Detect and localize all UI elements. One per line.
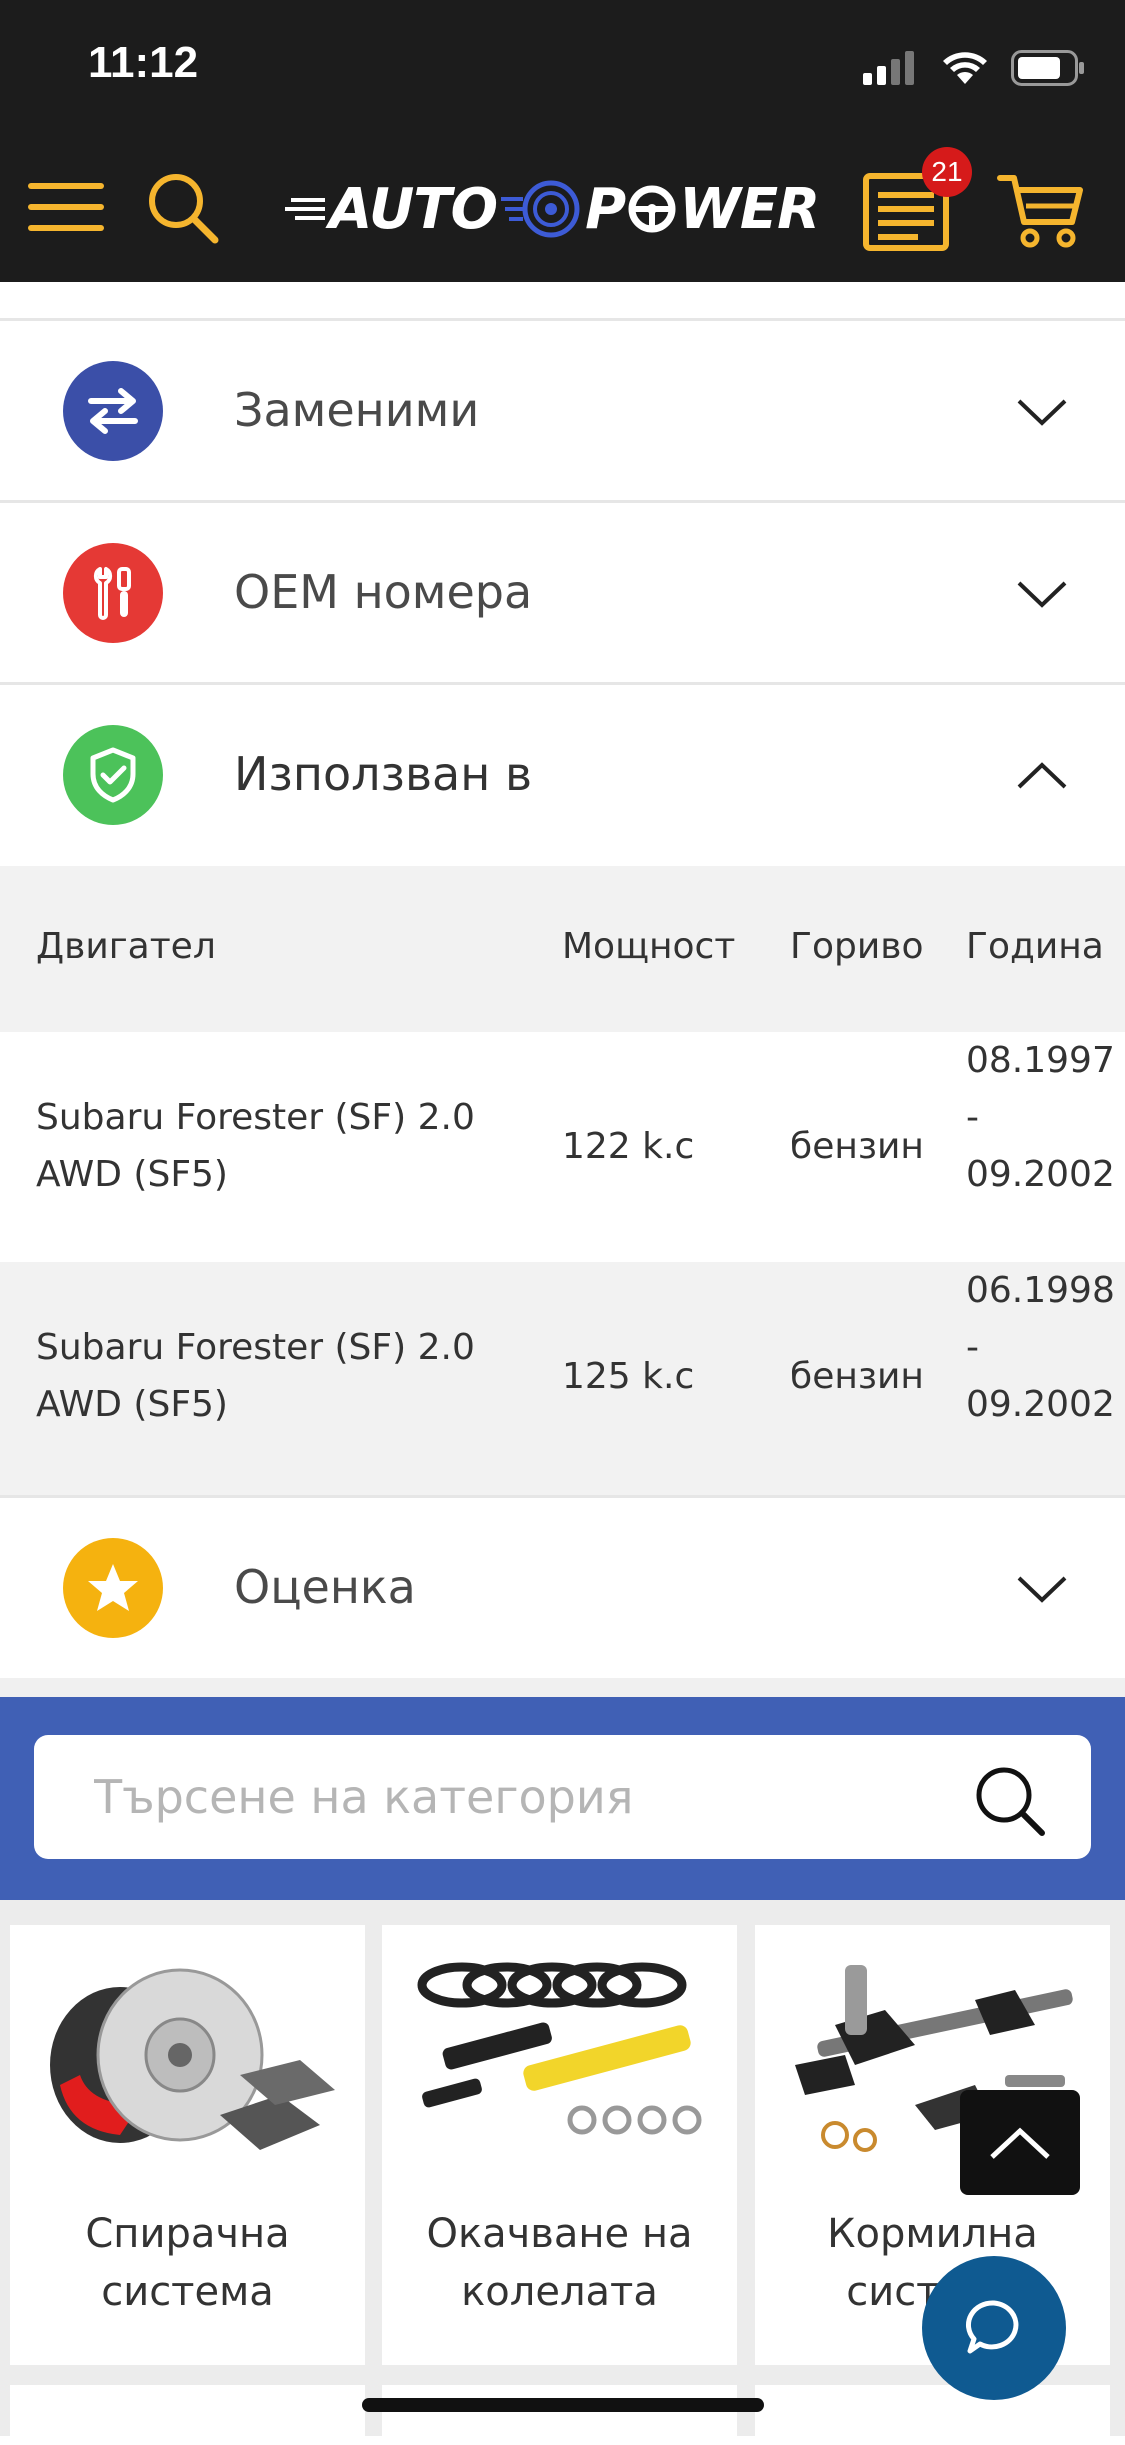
year-line: - bbox=[966, 1327, 979, 1368]
chevron-down-icon bbox=[1017, 399, 1067, 426]
cellular-signal-icon bbox=[863, 51, 914, 85]
section-gap bbox=[0, 1678, 1125, 1697]
year-line: 09.2002 bbox=[966, 1154, 1115, 1195]
logo-text-wer: WER bbox=[679, 176, 820, 242]
year-line: 09.2002 bbox=[966, 1384, 1115, 1425]
engine-line: Subaru Forester (SF) 2.0 bbox=[36, 1327, 475, 1368]
status-bar: 11:12 bbox=[0, 0, 1125, 132]
logo-text-p: P bbox=[585, 176, 626, 242]
search-icon[interactable] bbox=[970, 1761, 1050, 1841]
column-header-power: Мощност bbox=[562, 926, 736, 967]
shield-check-icon bbox=[63, 725, 163, 825]
category-name: Спирачна система bbox=[85, 2211, 290, 2315]
category-card-brakes[interactable]: Спирачна система bbox=[10, 1925, 365, 2365]
table-row: Subaru Forester (SF) 2.0 AWD (SF5) 122 k… bbox=[0, 1032, 1125, 1262]
brake-disc-icon bbox=[50, 1968, 335, 2150]
swap-arrows-icon bbox=[63, 361, 163, 461]
engine-cell: Subaru Forester (SF) 2.0 AWD (SF5) bbox=[36, 1089, 475, 1203]
accordion-label: Използван в bbox=[234, 747, 533, 801]
category-name: Окачване на колелата bbox=[426, 2211, 693, 2315]
column-header-engine: Двигател bbox=[36, 926, 216, 967]
engine-cell: Subaru Forester (SF) 2.0 AWD (SF5) bbox=[36, 1319, 475, 1433]
chevron-down-icon bbox=[1017, 581, 1067, 608]
menu-button[interactable] bbox=[26, 172, 106, 242]
accordion-replacements[interactable]: Заменими bbox=[0, 321, 1125, 501]
chat-bubble-icon bbox=[965, 2300, 1019, 2354]
battery-icon bbox=[1011, 50, 1084, 86]
accordion-label: OEM номера bbox=[234, 565, 533, 619]
chevron-down-icon bbox=[1017, 1576, 1067, 1603]
cart-button[interactable] bbox=[996, 170, 1086, 250]
engine-line: AWD (SF5) bbox=[36, 1384, 228, 1425]
column-header-year: Година bbox=[966, 926, 1104, 967]
usage-table-header: Двигател Мощност Гориво Година bbox=[0, 866, 1125, 1032]
search-button[interactable] bbox=[142, 172, 222, 244]
category-search-box[interactable] bbox=[34, 1735, 1091, 1859]
accordion-label: Заменими bbox=[234, 383, 480, 437]
wifi-icon bbox=[943, 52, 987, 84]
power-cell: 122 k.c bbox=[562, 1126, 695, 1167]
logo-text-auto: AUTO bbox=[329, 176, 498, 242]
chevron-up-icon bbox=[1017, 762, 1067, 789]
power-cell: 125 k.c bbox=[562, 1356, 695, 1397]
status-time: 11:12 bbox=[88, 38, 199, 87]
category-card-stub bbox=[755, 2385, 1110, 2445]
auto-power-logo[interactable]: AUTO P WER bbox=[285, 174, 820, 244]
hamburger-menu-icon bbox=[28, 183, 104, 231]
star-icon bbox=[63, 1538, 163, 1638]
category-search-input[interactable] bbox=[92, 1765, 942, 1829]
orders-count-badge: 21 bbox=[922, 147, 972, 197]
year-cell: 08.1997 - 09.2002 bbox=[966, 1032, 1115, 1203]
shopping-cart-icon bbox=[997, 175, 1083, 248]
category-search-band bbox=[0, 1697, 1125, 1900]
accordion-rating[interactable]: Оценка bbox=[0, 1498, 1125, 1678]
accordion-used-in[interactable]: Използван в bbox=[0, 685, 1125, 865]
search-icon bbox=[149, 174, 219, 244]
year-line: - bbox=[966, 1097, 979, 1138]
logo-gear-icon bbox=[501, 180, 580, 238]
chat-button[interactable] bbox=[922, 2256, 1066, 2400]
fuel-cell: бензин bbox=[790, 1126, 924, 1167]
speed-lines-icon bbox=[285, 198, 325, 220]
home-indicator bbox=[362, 2398, 764, 2412]
category-card-suspension[interactable]: Окачване на колелата bbox=[382, 1925, 737, 2365]
engine-line: AWD (SF5) bbox=[36, 1154, 228, 1195]
category-card-stub bbox=[10, 2385, 365, 2445]
engine-line: Subaru Forester (SF) 2.0 bbox=[36, 1097, 475, 1138]
chevron-up-icon bbox=[990, 2127, 1050, 2159]
table-row: Subaru Forester (SF) 2.0 AWD (SF5) 125 k… bbox=[0, 1262, 1125, 1495]
year-cell: 06.1998 - 09.2002 bbox=[966, 1262, 1115, 1433]
category-card-stub bbox=[382, 2385, 737, 2445]
accordion-label: Оценка bbox=[234, 1560, 416, 1614]
status-icons bbox=[863, 50, 1085, 86]
fuel-cell: бензин bbox=[790, 1356, 924, 1397]
tools-icon bbox=[63, 543, 163, 643]
logo-wheel-icon bbox=[628, 185, 676, 233]
year-line: 06.1998 bbox=[966, 1270, 1115, 1311]
scroll-to-top-button[interactable] bbox=[960, 2090, 1080, 2195]
accordion-oem-numbers[interactable]: OEM номера bbox=[0, 503, 1125, 683]
year-line: 08.1997 bbox=[966, 1040, 1115, 1081]
suspension-spring-icon bbox=[417, 1962, 702, 2135]
column-header-fuel: Гориво bbox=[790, 926, 924, 967]
